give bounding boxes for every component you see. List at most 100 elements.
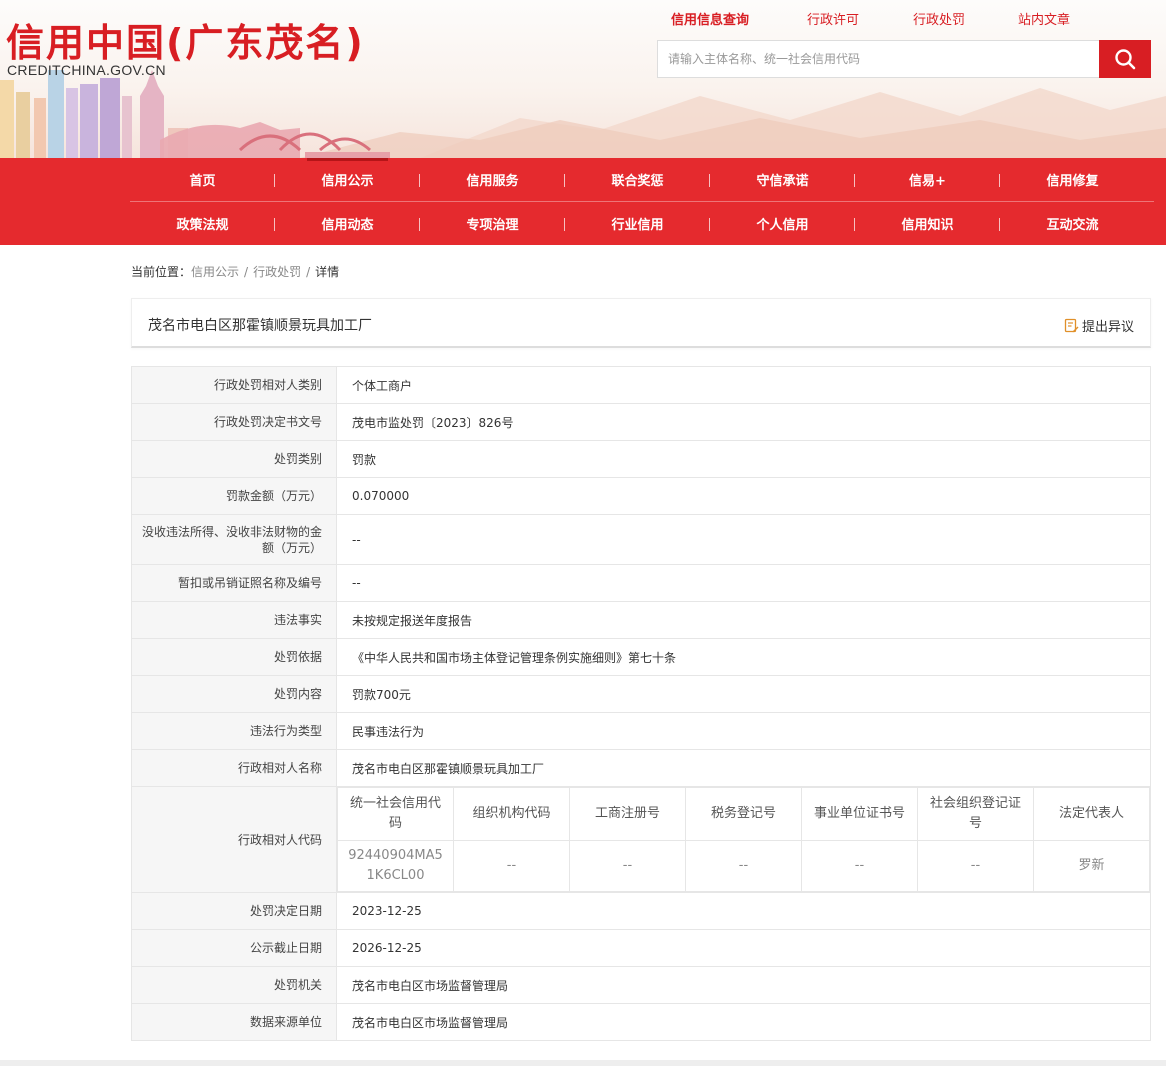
detail-row: 处罚决定日期 2023-12-25 [131, 892, 1151, 930]
detail-row: 数据来源单位 茂名市电白区市场监督管理局 [131, 1003, 1151, 1041]
detail-row: 处罚类别 罚款 [131, 440, 1151, 478]
detail-value: 2026-12-25 [336, 929, 1151, 967]
breadcrumb-admin-penalty[interactable]: 行政处罚 [253, 265, 301, 279]
detail-label: 公示截止日期 [131, 929, 337, 967]
nav-label: 联合奖惩 [611, 174, 664, 189]
codes-header: 事业单位证书号 [801, 787, 918, 841]
detail-value: -- [336, 514, 1151, 565]
raise-objection-button[interactable]: 提出异议 [1064, 316, 1134, 335]
top-links: 信用信息查询 行政许可 行政处罚 站内文章 [655, 9, 1150, 42]
detail-value: 《中华人民共和国市场主体登记管理条例实施细则》第七十条 [336, 638, 1151, 676]
codes-value: -- [453, 840, 570, 892]
detail-value: 民事违法行为 [336, 712, 1151, 750]
detail-row: 行政处罚决定书文号 茂电市监处罚〔2023〕826号 [131, 403, 1151, 441]
breadcrumb-current: 详情 [315, 265, 340, 279]
detail-label: 违法事实 [131, 601, 337, 639]
detail-label: 行政相对人代码 [131, 786, 337, 893]
detail-row-codes: 行政相对人代码 统一社会信用代码 组织机构代码 工商注册号 税务登记号 事业单位… [131, 786, 1151, 893]
codes-header: 社会组织登记证号 [917, 787, 1034, 841]
detail-label: 处罚机关 [131, 966, 337, 1004]
nav-label: 互动交流 [1046, 218, 1099, 233]
footer-edge [0, 1060, 1166, 1066]
detail-label: 罚款金额（万元） [131, 477, 337, 515]
breadcrumb-credit-disclosure[interactable]: 信用公示 [191, 265, 239, 279]
detail-label: 行政相对人名称 [131, 749, 337, 787]
nav-label: 守信承诺 [756, 174, 809, 189]
nav-interaction[interactable]: 互动交流 [1000, 202, 1145, 245]
detail-row: 暂扣或吊销证照名称及编号 -- [131, 564, 1151, 602]
search-bar [657, 40, 1151, 78]
detail-value: -- [336, 564, 1151, 602]
site-logo-cn[interactable]: 信用中国(广东茂名) [6, 12, 365, 67]
detail-value: 茂名市电白区市场监督管理局 [336, 1003, 1151, 1041]
detail-row: 处罚依据 《中华人民共和国市场主体登记管理条例实施细则》第七十条 [131, 638, 1151, 676]
detail-row: 罚款金额（万元） 0.070000 [131, 477, 1151, 515]
nav-home[interactable]: 首页 [130, 158, 275, 201]
nav-label: 首页 [189, 174, 216, 189]
nav-credit-disclosure[interactable]: 信用公示 [275, 158, 420, 201]
detail-label: 行政处罚相对人类别 [131, 366, 337, 404]
nav-credit-commitment[interactable]: 守信承诺 [710, 158, 855, 201]
nav-credit-repair[interactable]: 信用修复 [1000, 158, 1145, 201]
detail-label: 处罚决定日期 [131, 892, 337, 930]
entity-title-bar: 茂名市电白区那霍镇顺景玩具加工厂 提出异议 [131, 298, 1151, 348]
detail-row: 违法行为类型 民事违法行为 [131, 712, 1151, 750]
nav-label: 信用知识 [901, 218, 954, 233]
nav-label: 政策法规 [176, 218, 229, 233]
nav-credit-service[interactable]: 信用服务 [420, 158, 565, 201]
codes-header: 工商注册号 [569, 787, 686, 841]
detail-row: 没收违法所得、没收非法财物的金额（万元） -- [131, 514, 1151, 565]
penalty-detail-table: 行政处罚相对人类别 个体工商户 行政处罚决定书文号 茂电市监处罚〔2023〕82… [131, 366, 1151, 1041]
search-icon [1115, 49, 1136, 70]
entity-title: 茂名市电白区那霍镇顺景玩具加工厂 [148, 318, 372, 334]
raise-objection-label: 提出异议 [1081, 320, 1134, 335]
top-link-admin-penalty[interactable]: 行政处罚 [913, 9, 965, 28]
top-link-credit-query[interactable]: 信用信息查询 [671, 9, 750, 42]
breadcrumb-separator: / [244, 265, 249, 279]
detail-label: 违法行为类型 [131, 712, 337, 750]
detail-row: 行政处罚相对人类别 个体工商户 [131, 366, 1151, 404]
detail-value: 茂名市电白区那霍镇顺景玩具加工厂 [336, 749, 1151, 787]
codes-value: -- [569, 840, 686, 892]
codes-value: 92440904MA51K6CL00 [337, 840, 454, 892]
detail-row: 公示截止日期 2026-12-25 [131, 929, 1151, 967]
codes-value: -- [917, 840, 1034, 892]
search-button[interactable] [1099, 40, 1151, 78]
entity-codes-table: 统一社会信用代码 组织机构代码 工商注册号 税务登记号 事业单位证书号 社会组织… [337, 787, 1150, 892]
site-logo-en: CREDITCHINA.GOV.CN [7, 62, 166, 78]
detail-value: 0.070000 [336, 477, 1151, 515]
detail-row: 处罚机关 茂名市电白区市场监督管理局 [131, 966, 1151, 1004]
detail-label: 数据来源单位 [131, 1003, 337, 1041]
nav-credit-news[interactable]: 信用动态 [275, 202, 420, 245]
codes-header: 统一社会信用代码 [337, 787, 454, 841]
detail-value: 茂电市监处罚〔2023〕826号 [336, 403, 1151, 441]
nav-joint-reward-punish[interactable]: 联合奖惩 [565, 158, 710, 201]
breadcrumb-separator: / [306, 265, 311, 279]
nav-industry-credit[interactable]: 行业信用 [565, 202, 710, 245]
nav-label: 行业信用 [611, 218, 664, 233]
nav-policy-regulations[interactable]: 政策法规 [130, 202, 275, 245]
detail-row: 违法事实 未按规定报送年度报告 [131, 601, 1151, 639]
nav-personal-credit[interactable]: 个人信用 [710, 202, 855, 245]
detail-label: 处罚依据 [131, 638, 337, 676]
codes-header-row: 统一社会信用代码 组织机构代码 工商注册号 税务登记号 事业单位证书号 社会组织… [337, 787, 1150, 841]
top-link-admin-permit[interactable]: 行政许可 [807, 9, 859, 28]
detail-value: 罚款700元 [336, 675, 1151, 713]
nav-label: 信用服务 [466, 174, 519, 189]
codes-header: 法定代表人 [1033, 787, 1150, 841]
detail-row: 处罚内容 罚款700元 [131, 675, 1151, 713]
nav-label: 专项治理 [466, 218, 519, 233]
detail-value: 未按规定报送年度报告 [336, 601, 1151, 639]
detail-label: 行政处罚决定书文号 [131, 403, 337, 441]
nav-credit-knowledge[interactable]: 信用知识 [855, 202, 1000, 245]
detail-label: 没收违法所得、没收非法财物的金额（万元） [131, 514, 337, 565]
top-link-site-articles[interactable]: 站内文章 [1018, 9, 1070, 28]
nav-label: 信用公示 [321, 174, 374, 189]
nav-xinyi-plus[interactable]: 信易+ [855, 158, 1000, 201]
detail-label: 处罚内容 [131, 675, 337, 713]
search-input[interactable] [657, 40, 1099, 78]
codes-value: 罗新 [1033, 840, 1150, 892]
main-nav: 首页 信用公示 信用服务 联合奖惩 守信承诺 信易+ 信用修复 政策法规 信用动… [0, 158, 1166, 245]
nav-special-governance[interactable]: 专项治理 [420, 202, 565, 245]
nav-label: 信用动态 [321, 218, 374, 233]
